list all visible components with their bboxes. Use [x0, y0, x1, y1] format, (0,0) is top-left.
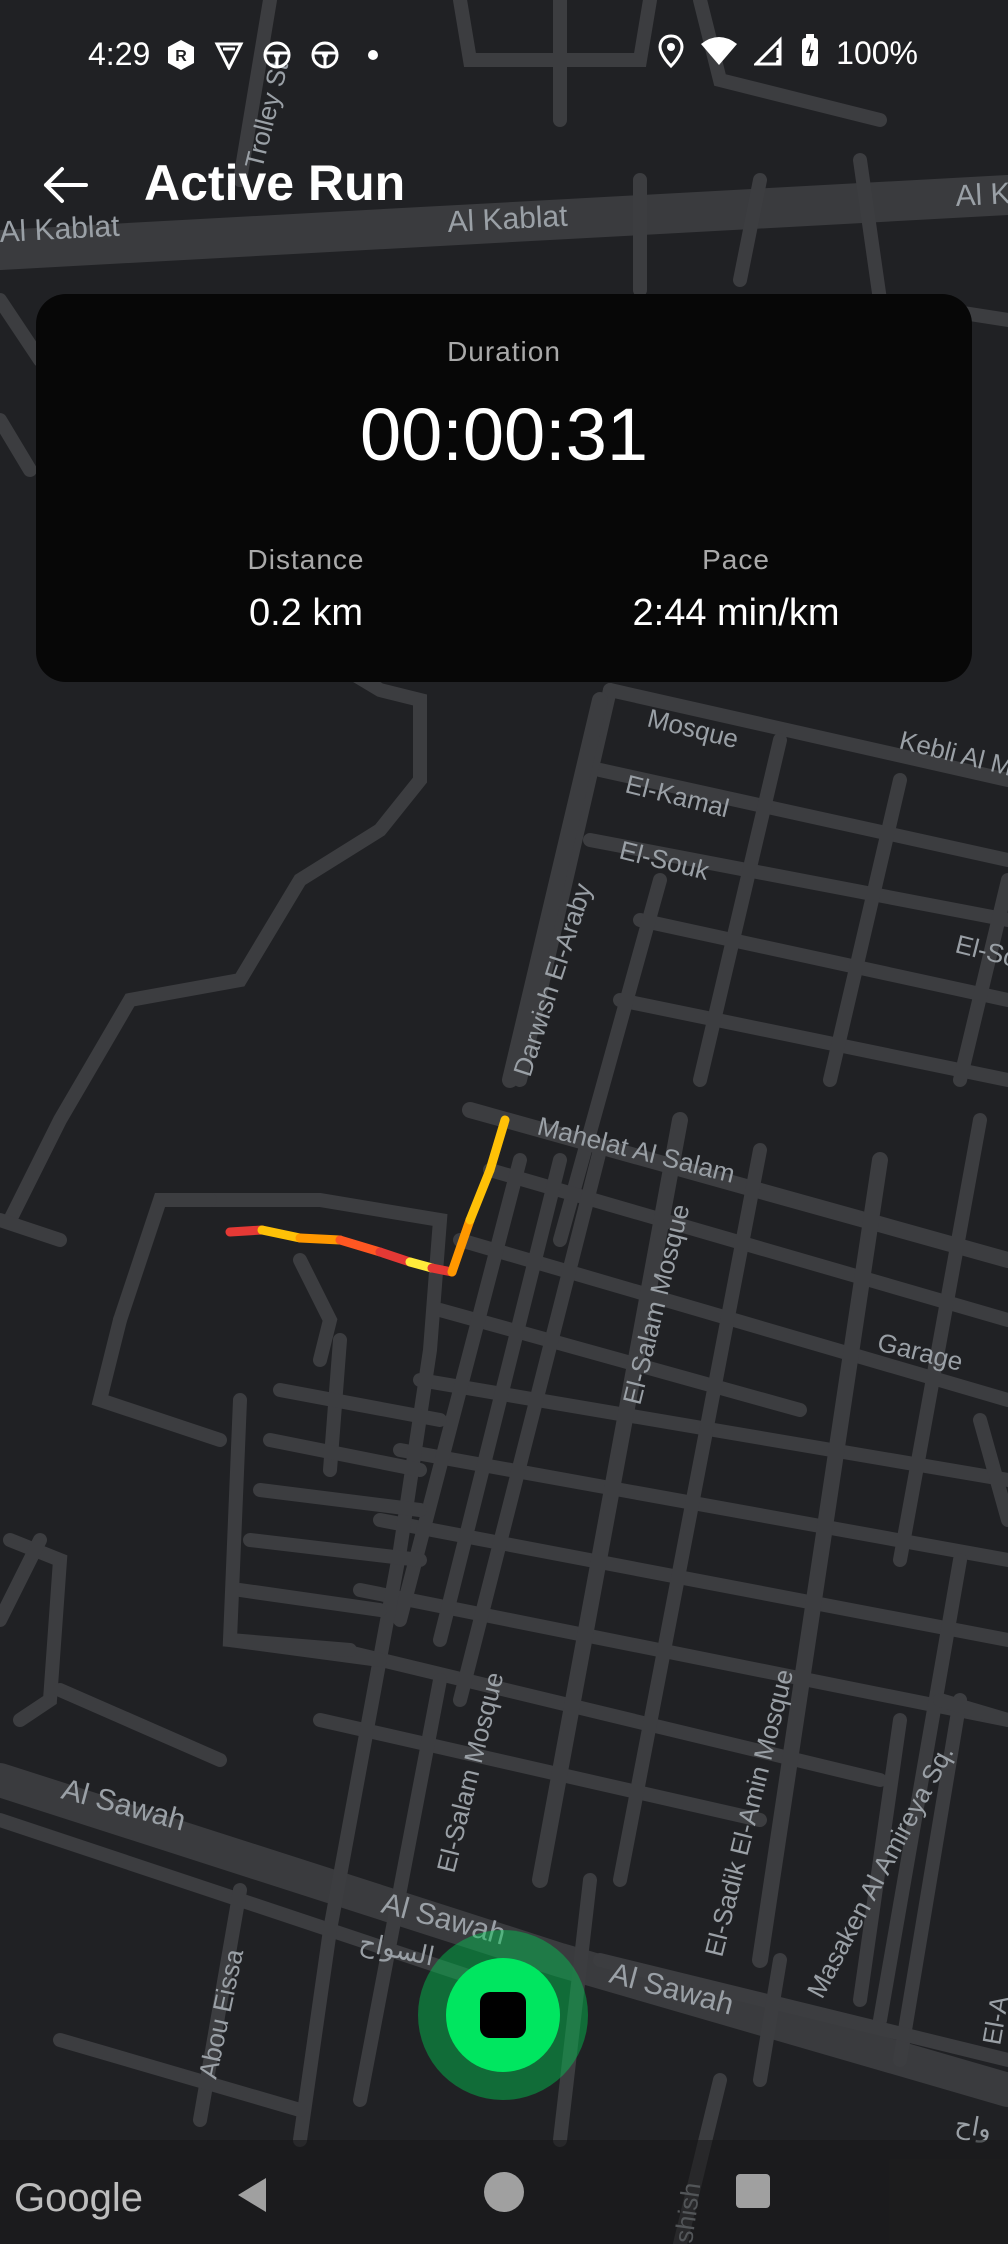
pace-value: 2:44 min/km	[632, 592, 840, 634]
dot-icon	[356, 38, 390, 72]
duration-label: Duration	[447, 336, 561, 367]
distance-value: 0.2 km	[248, 592, 364, 634]
status-bar: 4:29 R 100%	[0, 0, 1008, 112]
r-badge-icon: R	[164, 38, 198, 72]
steering-wheel-icon	[308, 38, 342, 72]
battery-percentage: 100%	[836, 35, 918, 71]
top-app-bar: Active Run	[0, 130, 1008, 240]
stop-run-button[interactable]	[446, 1958, 560, 2072]
page-title: Active Run	[144, 155, 406, 211]
steering-wheel-icon	[260, 38, 294, 72]
pace-label: Pace	[702, 544, 770, 575]
wifi-icon	[700, 36, 738, 71]
location-icon	[658, 34, 684, 73]
svg-text:R: R	[175, 48, 187, 65]
distance-stat: Distance 0.2 km	[106, 544, 506, 635]
run-stats-card: Duration 00:00:31 Distance 0.2 km Pace 2…	[36, 294, 972, 682]
signal-icon	[752, 36, 784, 71]
pace-stat: Pace 2:44 min/km	[536, 544, 936, 635]
shield-v-icon	[212, 38, 246, 72]
nav-back-icon[interactable]	[230, 2170, 280, 2220]
google-logo: Google	[14, 2176, 143, 2220]
distance-label: Distance	[247, 544, 365, 575]
nav-recents-icon[interactable]	[736, 2174, 770, 2208]
status-time: 4:29	[88, 36, 151, 72]
duration-value: 00:00:31	[359, 393, 649, 476]
nav-home-icon[interactable]	[484, 2172, 524, 2212]
arrow-left-icon	[44, 167, 88, 203]
back-button[interactable]	[30, 150, 100, 220]
stop-icon	[480, 1992, 526, 2038]
battery-charging-icon	[800, 34, 820, 73]
